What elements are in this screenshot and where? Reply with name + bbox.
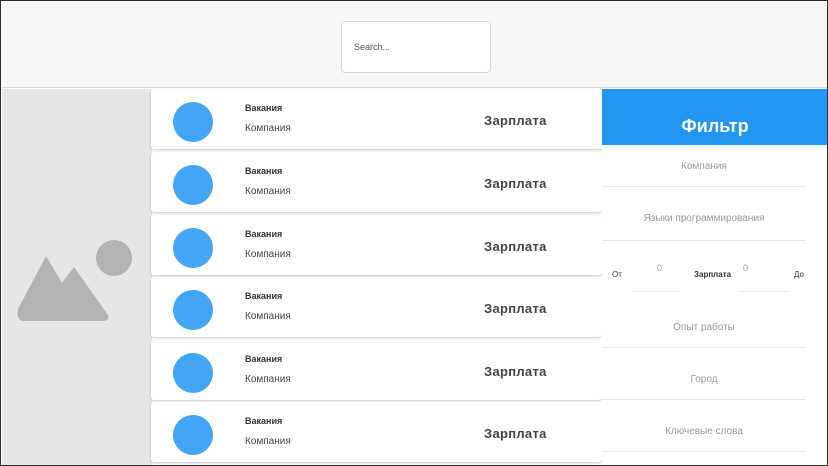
vacancy-title: Вакания (245, 354, 283, 364)
salary-to-input[interactable]: 0 (740, 246, 788, 292)
company-avatar (173, 102, 213, 142)
city-field[interactable]: Город (602, 360, 806, 400)
vacancy-title: Вакания (245, 229, 283, 239)
vacancy-salary: Зарплата (484, 301, 547, 316)
salary-from-label: От (612, 270, 622, 279)
salary-label: Зарплата (694, 270, 732, 279)
vacancy-salary: Зарплата (484, 364, 547, 379)
salary-from-input[interactable]: 0 (632, 246, 680, 292)
vacancy-card[interactable]: Вакания Компания Зарплата (151, 152, 602, 212)
vacancy-salary: Зарплата (484, 113, 547, 128)
app-window: Вакания Компания Зарплата Вакания Компан… (0, 0, 828, 466)
filter-title: Фильтр (602, 89, 827, 145)
vacancy-card[interactable]: Вакания Компания Зарплата (151, 215, 602, 275)
vacancy-card[interactable]: Вакания Компания Зарплата (151, 340, 602, 400)
filter-panel: Фильтр Компания Языки программирования О… (602, 89, 827, 465)
vacancy-salary: Зарплата (484, 426, 547, 441)
vacancy-company: Компания (245, 374, 291, 385)
company-field[interactable]: Компания (602, 147, 806, 187)
vacancy-title: Вакания (245, 103, 283, 113)
company-avatar (173, 415, 213, 455)
search-input[interactable] (341, 21, 491, 73)
company-avatar (173, 165, 213, 205)
salary-to-label: До (794, 270, 804, 279)
company-avatar (173, 353, 213, 393)
vacancy-salary: Зарплата (484, 239, 547, 254)
image-placeholder-icon (17, 240, 132, 321)
vacancy-company: Компания (245, 186, 291, 197)
salary-range: От 0 Зарплата 0 До (602, 246, 827, 294)
vacancy-title: Вакания (245, 291, 283, 301)
vacancy-company: Компания (245, 311, 291, 322)
vacancy-card[interactable]: Вакания Компания Зарплата (151, 277, 602, 337)
header (2, 2, 827, 88)
experience-field[interactable]: Опыт работы (602, 308, 806, 348)
image-placeholder-panel (2, 89, 152, 465)
vacancy-company: Компания (245, 249, 291, 260)
vacancy-salary: Зарплата (484, 176, 547, 191)
keywords-field[interactable]: Ключевые слова (602, 412, 806, 452)
vacancy-company: Компания (245, 123, 291, 134)
vacancy-title: Вакания (245, 416, 283, 426)
languages-field[interactable]: Языки программирования (602, 197, 806, 241)
vacancy-card[interactable]: Вакания Компания Зарплата (151, 89, 602, 149)
vacancy-company: Компания (245, 436, 291, 447)
vacancy-card[interactable]: Вакания Компания Зарплата (151, 402, 602, 462)
company-avatar (173, 290, 213, 330)
vacancy-title: Вакания (245, 166, 283, 176)
company-avatar (173, 228, 213, 268)
